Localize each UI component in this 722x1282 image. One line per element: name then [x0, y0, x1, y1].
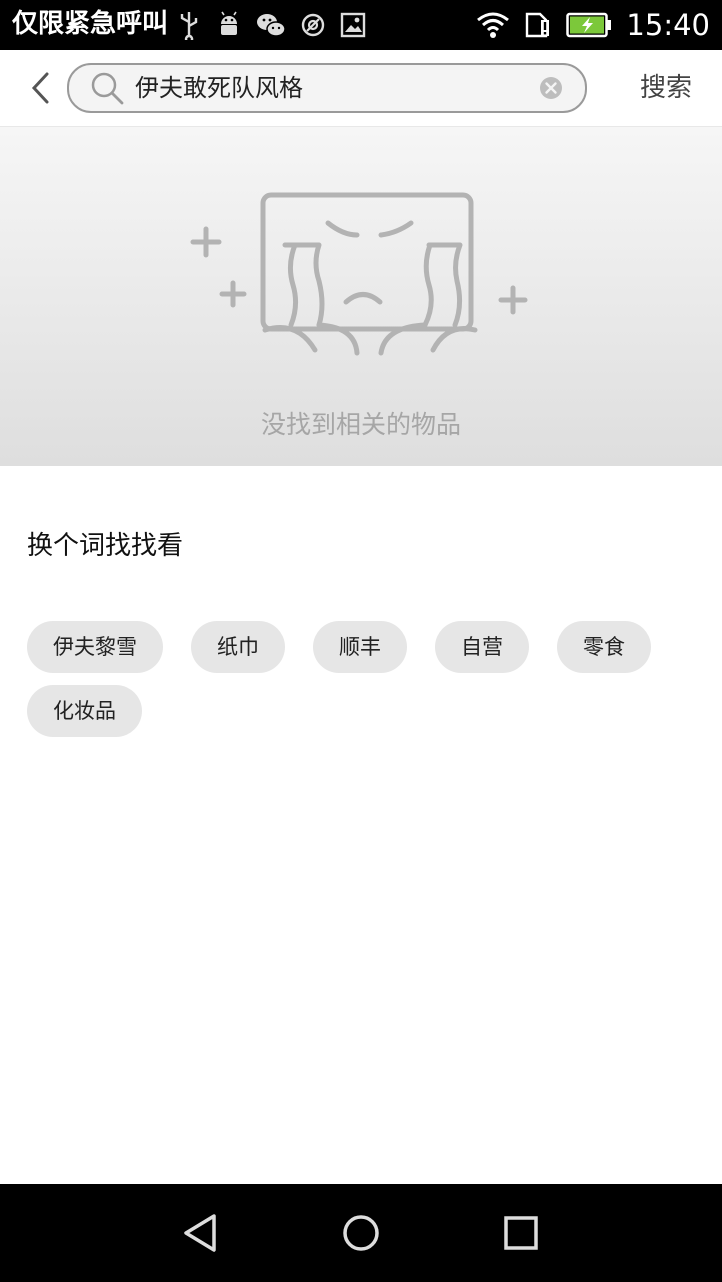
- android-debug-icon: [221, 11, 237, 35]
- system-status: 15:40: [476, 6, 710, 44]
- suggestion-chip[interactable]: 化妆品: [27, 685, 142, 737]
- empty-message: 没找到相关的物品: [260, 410, 461, 439]
- search-query[interactable]: 伊夫敢死队风格: [135, 65, 303, 111]
- usb-icon: [180, 12, 198, 40]
- carrier-text: 仅限紧急呼叫: [12, 9, 169, 39]
- suggestion-chip[interactable]: 纸巾: [191, 621, 285, 673]
- search-icon: [91, 72, 124, 105]
- suggestion-title: 换个词找找看: [27, 531, 184, 561]
- image-icon: [340, 12, 366, 38]
- search-button[interactable]: 搜索: [624, 64, 708, 112]
- wifi-icon: [477, 12, 510, 38]
- chevron-left-icon: [31, 72, 49, 104]
- suggestion-chip[interactable]: 顺丰: [313, 621, 407, 673]
- sync-icon: [301, 13, 325, 37]
- system-nav-bar: [0, 1184, 722, 1282]
- empty-result: 没找到相关的物品: [0, 127, 722, 466]
- status-bar: 仅限紧急呼叫 15:40: [0, 0, 722, 50]
- back-button[interactable]: [20, 64, 60, 112]
- clear-icon[interactable]: [539, 76, 563, 100]
- nav-recents-icon[interactable]: [496, 1208, 546, 1258]
- battery-charging-icon: [566, 12, 612, 38]
- clock: 15:40: [626, 8, 710, 42]
- suggestion-chip[interactable]: 自营: [435, 621, 529, 673]
- sim-alert-icon: [526, 12, 550, 38]
- search-input[interactable]: 伊夫敢死队风格: [67, 63, 587, 113]
- nav-back-icon[interactable]: [176, 1208, 226, 1258]
- suggestion-chip[interactable]: 零食: [557, 621, 651, 673]
- crying-box-icon: [190, 192, 528, 356]
- search-header: 伊夫敢死队风格 搜索: [0, 50, 722, 127]
- suggestion-chip[interactable]: 伊夫黎雪: [27, 621, 163, 673]
- nav-home-icon[interactable]: [336, 1208, 386, 1258]
- wechat-icon: [257, 14, 286, 37]
- notification-icons: [176, 10, 366, 40]
